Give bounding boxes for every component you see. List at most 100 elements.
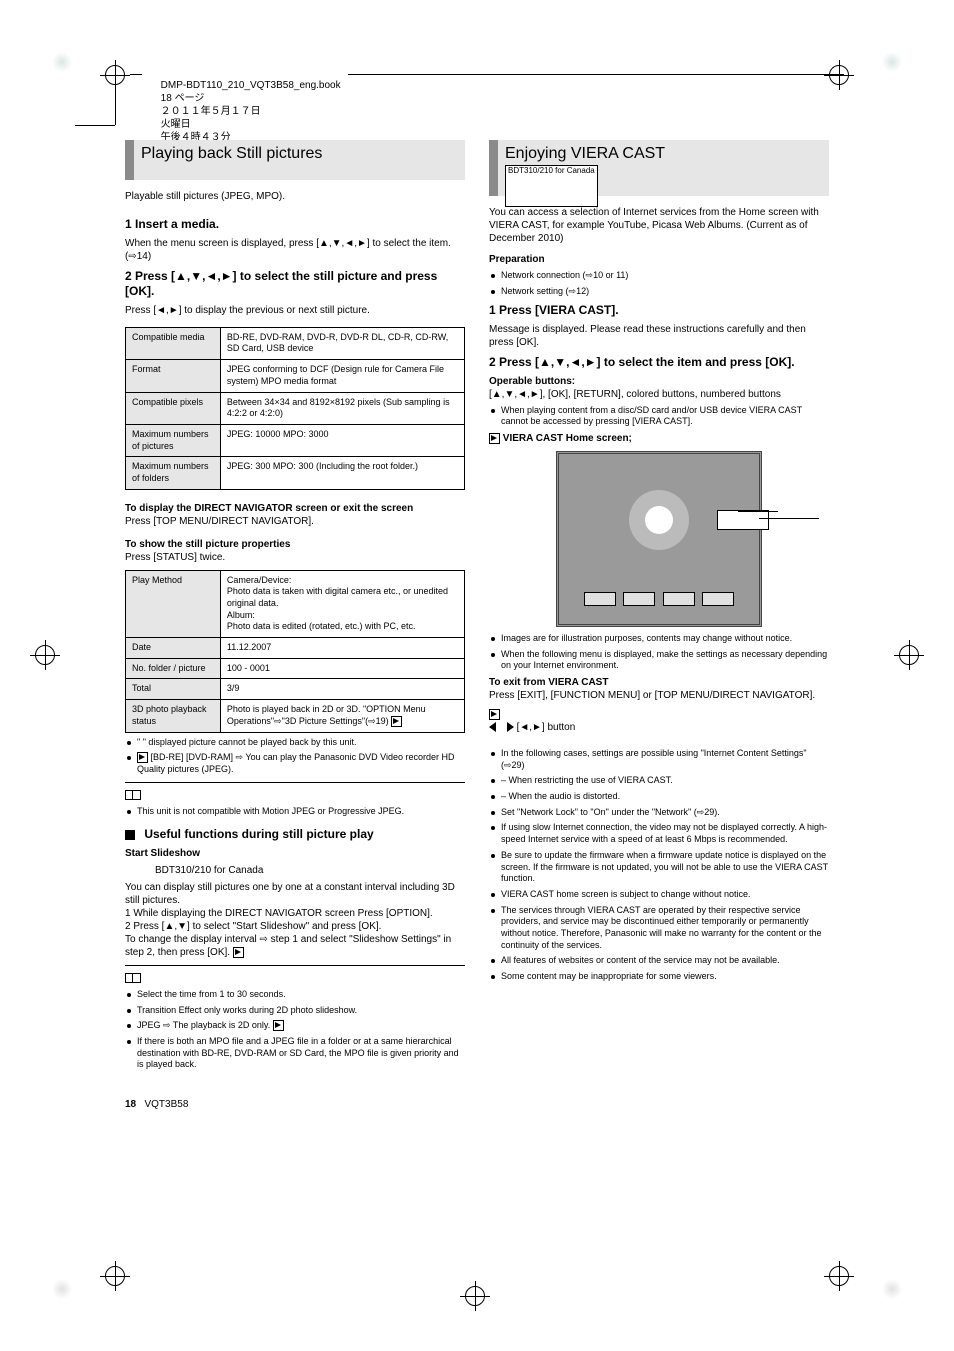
note-row2 [125,972,465,985]
t1r1h: Compatible media [126,327,221,359]
note-icon [125,790,141,800]
right-prep-1: Network setting (⇨12) [489,286,829,298]
remote-callout-box [717,510,769,530]
note-icon [125,973,141,983]
divider [125,782,465,783]
rbn-4: If using slow Internet connection, the v… [489,822,829,845]
t2r5h: 3D photo playback status [126,700,221,732]
rbn-6: VIERA CAST home screen is subject to cha… [489,889,829,901]
crop-cross-mr [894,640,924,670]
left-note2-2-text: JPEG ⇨ The playback is 2D only. [137,1020,270,1030]
right-ops-h: Operable buttons: [489,375,829,388]
crop-cross-ml [30,640,60,670]
left-status-title: To show the still picture properties [125,538,465,551]
remote-color-buttons [584,592,734,606]
right-ops-v: [▲,▼,◄,►], [OK], [RETURN], colored butto… [489,388,829,401]
right-prep-0: Network connection (⇨10 or 11) [489,270,829,282]
t2r5v: Photo is played back in 2D or 3D. "OPTIO… [220,700,464,732]
reg-mark-tr [880,50,904,74]
left-note2-2: JPEG ⇨ The playback is 2D only. [125,1020,465,1032]
left-bullet1-0: " " displayed picture cannot be played b… [125,737,465,749]
t2r1h: Play Method [126,570,221,637]
left-notes1: This unit is not compatible with Motion … [125,806,465,818]
right-prep-h: Preparation [489,253,829,266]
right-home-h: VIERA CAST Home screen; [489,432,829,445]
left-dnav-body: Press [TOP MENU/DIRECT NAVIGATOR]. [125,515,465,528]
arrow-icon [391,716,402,727]
remote-ok-button [645,506,673,534]
right-dir-caption: [◄,►] button [489,721,829,734]
triangle-left-icon [489,722,496,732]
reg-mark-br [880,1277,904,1301]
t2r1vD: Photo data is edited (rotated, etc.) wit… [227,621,458,633]
arrow-icon [273,1020,284,1031]
page-root: DMP-BDT110_210_VQT3B58_eng.book 18 ページ ２… [0,0,954,1351]
job-day-jp: 火曜日 [161,119,191,130]
t1r1v: BD-RE, DVD-RAM, DVD-R, DVD-R DL, CD-R, C… [220,327,464,359]
rbn-0: In the following cases, settings are pos… [489,748,829,771]
t2r3v: 100 - 0001 [220,658,464,679]
t2r4v: 3/9 [220,679,464,700]
left-step1: 1 Insert a media. [125,217,465,233]
rbn-9: Some content may be inappropriate for so… [489,971,829,983]
arrow-icon [489,709,500,720]
left-section-title: Playing back Still pictures [125,140,465,165]
right-exit-h: To exit from VIERA CAST [489,676,829,689]
t2r1vB: Photo data is taken with digital camera … [227,586,458,609]
crop-cross-br [824,1261,854,1291]
t2r2v: 11.12.2007 [220,638,464,659]
trim-h-tl [75,125,115,126]
t1r5h: Maximum numbers of folders [126,457,221,489]
t2r1vC: Album: [227,610,458,622]
content-area: Playing back Still pictures Playable sti… [125,140,829,1091]
left-useful-s1: 1 While displaying the DIRECT NAVIGATOR … [125,907,465,920]
arrow-icon [233,947,244,958]
left-useful-title-text: Useful functions during still picture pl… [144,827,373,841]
job-filename: DMP-BDT110_210_VQT3B58_eng.book [161,80,341,91]
right-prep-list: Network connection (⇨10 or 11) Network s… [489,270,829,297]
left-note2-1: Transition Effect only works during 2D p… [125,1005,465,1017]
left-useful-s3a: To change the display interval ⇨ step 1 … [125,933,465,959]
right-model-tag: BDT310/210 for Canada [505,165,598,207]
vqt-code: VQT3B58 [144,1099,188,1110]
right-step1-sub: Message is displayed. Please read these … [489,323,829,349]
right-bullets1: Images are for illustration purposes, co… [489,633,829,672]
left-format-intro: Playable still pictures (JPEG, MPO). [125,190,465,203]
page-footer: 18 VQT3B58 [125,1098,188,1111]
t1r3h: Compatible pixels [126,392,221,424]
right-dir-caption-text: [◄,►] button [517,722,576,733]
t1r2v: JPEG conforming to DCF (Design rule for … [220,360,464,392]
left-bullet1-1-text: [BD-RE] [DVD-RAM] ⇨ You can play the Pan… [137,752,455,774]
arrow-icon [489,433,500,444]
left-useful-s3a-text: To change the display interval ⇨ step 1 … [125,934,451,958]
left-useful-sub1: Start Slideshow [125,847,465,860]
right-exit-b: Press [EXIT], [FUNCTION MENU] or [TOP ME… [489,689,829,702]
t1r3v: Between 34×34 and 8192×8192 pixels (Sub … [220,392,464,424]
t1r2h: Format [126,360,221,392]
left-useful-title: Useful functions during still picture pl… [125,827,465,843]
rbn-2: – When the audio is distorted. [489,791,829,803]
left-bullet1-1: [BD-RE] [DVD-RAM] ⇨ You can play the Pan… [125,752,465,775]
t2r1v: Camera/Device: Photo data is taken with … [220,570,464,637]
left-table-specs: Compatible media BD-RE, DVD-RAM, DVD-R, … [125,327,465,490]
left-useful-s2: 2 Press [▲,▼] to select "Start Slideshow… [125,920,465,933]
rbn-3: Set "Network Lock" to "On" under the "Ne… [489,807,829,819]
t2r2h: Date [126,638,221,659]
left-bullets1: " " displayed picture cannot be played b… [125,737,465,776]
left-status-body: Press [STATUS] twice. [125,551,465,564]
t2r1vA: Camera/Device: [227,575,458,587]
job-header: DMP-BDT110_210_VQT3B58_eng.book 18 ページ ２… [130,68,844,82]
left-note2-0: Select the time from 1 to 30 seconds. [125,989,465,1001]
divider [125,965,465,966]
left-useful-body: You can display still pictures one by on… [125,881,465,907]
rbn-8: All features of websites or content of t… [489,955,829,967]
reg-mark-bl [50,1277,74,1301]
right-b1-0: Images are for illustration purposes, co… [489,633,829,645]
t2r4h: Total [126,679,221,700]
left-model-tag: BDT310/210 for Canada [155,865,263,876]
t1r4v: JPEG: 10000 MPO: 3000 [220,424,464,456]
t1r4h: Maximum numbers of pictures [126,424,221,456]
job-page-jp: 18 ページ [161,93,205,104]
arrow-icon [137,752,148,763]
left-column: Playing back Still pictures Playable sti… [125,140,465,1075]
